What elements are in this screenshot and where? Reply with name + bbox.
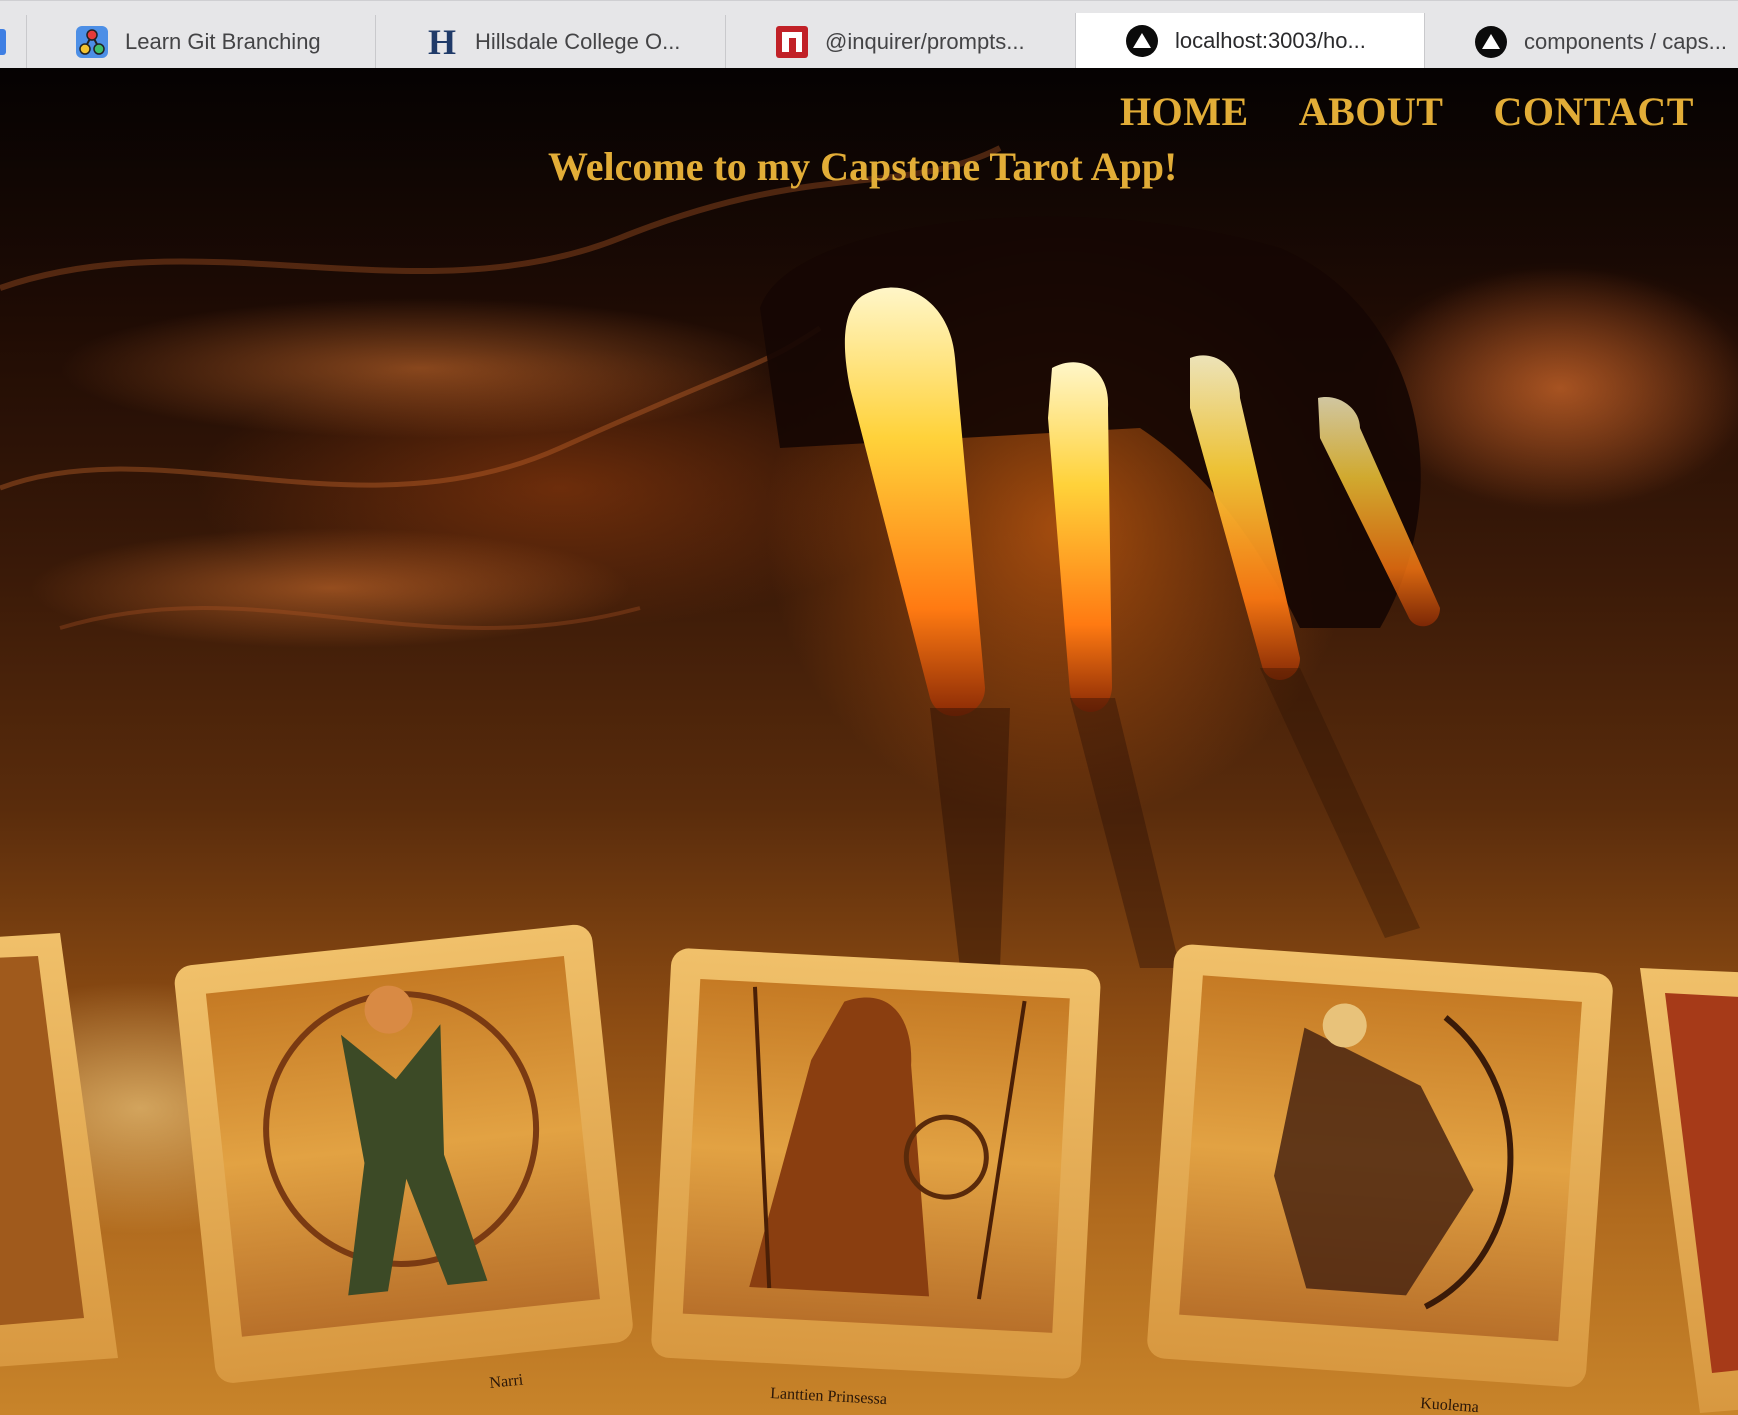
tarot-card <box>651 948 1101 1379</box>
card-caption: Narri <box>489 1371 525 1391</box>
tab-label: @inquirer/prompts... <box>825 29 1025 54</box>
card-caption: Kuolema <box>1420 1395 1480 1415</box>
browser-tab-bar: Learn Git Branching H Hillsdale College … <box>0 0 1738 69</box>
main-nav: HOME ABOUT CONTACT <box>1120 88 1694 135</box>
triangle-icon <box>1475 26 1507 58</box>
tarot-card <box>174 924 633 1383</box>
tab-label: components / caps... <box>1524 29 1727 54</box>
tarot-card-partial-left <box>0 933 118 1367</box>
tab-label: Learn Git Branching <box>125 29 321 54</box>
triangle-icon <box>1126 25 1158 57</box>
smoke-swirl <box>60 298 780 438</box>
hillsdale-h-icon: H <box>427 22 456 62</box>
tab-label: Hillsdale College O... <box>475 29 681 54</box>
tab-learn-git-branching[interactable]: Learn Git Branching <box>26 15 376 69</box>
nav-home-link[interactable]: HOME <box>1120 88 1249 135</box>
git-branch-icon <box>76 26 108 58</box>
tarot-card <box>1147 944 1613 1387</box>
welcome-heading: Welcome to my Capstone Tarot App! <box>548 144 1178 189</box>
tab-inquirer-prompts[interactable]: @inquirer/prompts... <box>726 15 1076 69</box>
tab-components-capstone[interactable]: components / caps... <box>1425 15 1738 69</box>
hero-image: Narri Lanttien Prinsessa Kuolema <box>0 145 1738 1415</box>
tab-label: localhost:3003/ho... <box>1175 28 1366 53</box>
hero-background: Narri Lanttien Prinsessa Kuolema HOME AB… <box>0 68 1738 1415</box>
nav-about-link[interactable]: ABOUT <box>1299 88 1444 135</box>
tarot-card-partial-right <box>1640 968 1738 1413</box>
smoke-swirl <box>30 528 630 648</box>
tab-localhost-active[interactable]: localhost:3003/ho... <box>1075 13 1425 69</box>
card-caption: Lanttien Prinsessa <box>770 1385 888 1408</box>
tab-partial[interactable] <box>0 15 27 69</box>
npm-icon <box>776 26 808 58</box>
glowing-finger <box>1048 362 1112 712</box>
smoke-swirl <box>1370 268 1738 508</box>
tab-partial-icon <box>0 29 6 55</box>
nav-contact-link[interactable]: CONTACT <box>1493 88 1694 135</box>
tab-hillsdale-college[interactable]: H Hillsdale College O... <box>376 15 726 69</box>
